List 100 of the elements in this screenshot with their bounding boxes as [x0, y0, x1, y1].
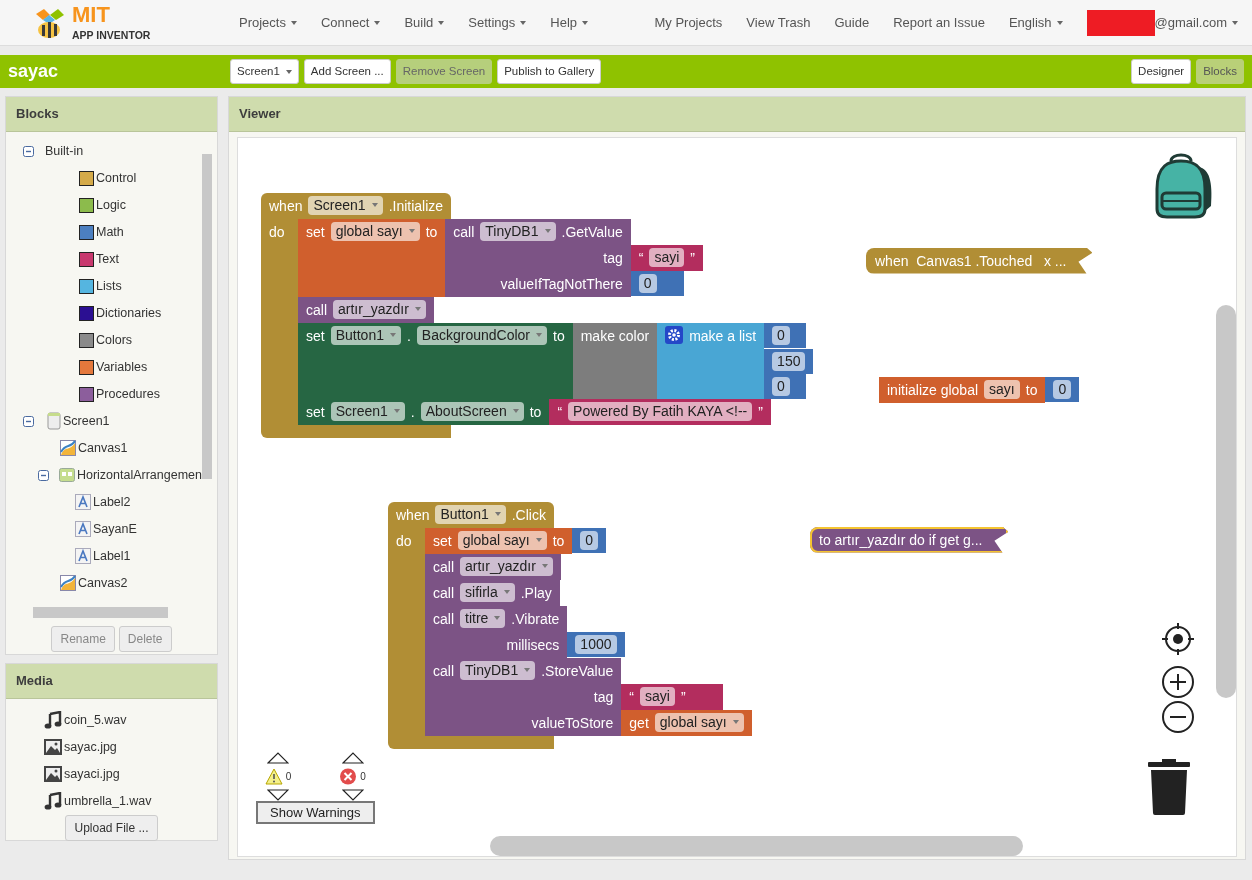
block-dropdown[interactable]: AboutScreen	[420, 401, 524, 421]
procedure-call-block[interactable]: call artır_yazdır	[298, 296, 434, 323]
block-dropdown[interactable]: artır_yazdır	[460, 556, 553, 576]
down-arrow-icon[interactable]	[341, 788, 364, 801]
show-warnings-button[interactable]: Show Warnings	[256, 800, 375, 824]
account-menu[interactable]: @gmail.com	[1154, 12, 1238, 33]
block-field[interactable]: 0	[580, 530, 599, 550]
media-file[interactable]: umbrella_1.wav	[64, 791, 152, 811]
block-field[interactable]: sayi	[649, 247, 685, 267]
number-block[interactable]: 1000	[567, 631, 625, 657]
down-arrow-icon[interactable]	[267, 788, 289, 801]
block-dropdown[interactable]: sifirla	[460, 582, 515, 602]
nav-link[interactable]: View Trash	[746, 12, 811, 33]
collapse-icon[interactable]	[23, 145, 34, 157]
tree-item[interactable]: Math	[96, 222, 124, 242]
method-call-block[interactable]: call TinyDB1 .GetValue tag “ sayi ” valueIfTagNotThere 0	[445, 218, 703, 297]
block-dropdown[interactable]: Button1	[435, 504, 506, 524]
tree-item[interactable]: Built-in	[45, 141, 84, 161]
tree-item[interactable]: Label1	[93, 546, 131, 566]
scrollbar[interactable]	[1216, 304, 1236, 698]
block-dropdown[interactable]: titre	[460, 608, 506, 628]
number-block[interactable]: 0	[572, 527, 607, 553]
scrollbar[interactable]	[202, 153, 212, 479]
number-block[interactable]: 150	[764, 348, 814, 374]
scrollbar[interactable]	[490, 835, 1023, 856]
number-block[interactable]: 0	[1045, 376, 1080, 402]
block-dropdown[interactable]: TinyDB1	[460, 660, 536, 680]
tree-item[interactable]: Canvas1	[78, 438, 128, 458]
method-call-block[interactable]: call sifirla .Play	[425, 579, 560, 606]
tree-item[interactable]: Screen1	[63, 411, 110, 431]
media-file[interactable]: sayaci.jpg	[64, 764, 120, 784]
nav-link[interactable]: Guide	[834, 12, 870, 33]
tree-item[interactable]: Control	[96, 168, 137, 188]
collapsed-block[interactable]: to artır_yazdır do if get g...	[810, 526, 1009, 553]
menu-button[interactable]: Settings	[468, 12, 527, 33]
block-label: set	[306, 402, 325, 422]
block-field[interactable]: 150	[772, 351, 806, 371]
block-dropdown[interactable]: BackgroundColor	[416, 325, 547, 345]
variable-get-block[interactable]: get global sayı	[621, 709, 752, 736]
gear-icon[interactable]	[665, 325, 684, 344]
procedure-call-block[interactable]: call artır_yazdır	[425, 553, 561, 580]
menu-button[interactable]: Connect	[320, 12, 381, 33]
recenter-icon[interactable]	[1161, 621, 1195, 656]
up-arrow-icon[interactable]	[267, 751, 289, 764]
make-list-block[interactable]: make a list 0 150 0	[657, 322, 814, 399]
tree-item[interactable]: Variables	[96, 357, 148, 377]
scrollbar[interactable]	[33, 606, 168, 618]
tree-item[interactable]: Text	[96, 249, 119, 269]
block-dropdown[interactable]: Button1	[330, 325, 401, 345]
event-block[interactable]	[261, 192, 814, 438]
block-field[interactable]: sayı	[984, 379, 1020, 399]
block-dropdown[interactable]: global sayı	[654, 712, 744, 732]
method-call-block[interactable]: call TinyDB1 .StoreValue tag “ sayi ” valueToStore get global sayı	[425, 657, 752, 736]
tree-item[interactable]: Dictionaries	[96, 303, 162, 323]
make-color-block[interactable]: make color make a list 0 150 0	[572, 322, 814, 399]
tree-item[interactable]: HorizontalArrangemen	[76, 465, 202, 485]
screen-dropdown[interactable]: Screen1	[230, 58, 299, 85]
menu-button[interactable]: Help	[550, 12, 589, 33]
toolbar-button[interactable]: Publish to Gallery	[497, 58, 602, 85]
upload-button[interactable]: Upload File ...	[65, 814, 158, 841]
block-field[interactable]: Powered By Fatih KAYA <!--	[568, 401, 753, 421]
collapse-icon[interactable]	[38, 469, 49, 481]
view-tab[interactable]: Blocks	[1196, 58, 1244, 85]
collapse-icon[interactable]	[23, 415, 34, 427]
tree-item[interactable]: Canvas2	[78, 573, 128, 593]
block-dropdown[interactable]: Screen1	[308, 195, 383, 215]
block-field[interactable]: 1000	[575, 634, 617, 654]
menu-button[interactable]: Build	[404, 12, 445, 33]
block-field[interactable]: 0	[1053, 379, 1072, 399]
block-dropdown[interactable]: Screen1	[330, 401, 405, 421]
tree-item[interactable]: Logic	[96, 195, 126, 215]
block-field[interactable]: 0	[772, 376, 790, 396]
block-dropdown[interactable]: global sayı	[457, 530, 547, 550]
toolbar-button[interactable]: Add Screen ...	[303, 58, 391, 85]
method-call-block[interactable]: call titre .Vibrate millisecs 1000	[425, 605, 625, 658]
block-field[interactable]: 0	[772, 325, 790, 345]
block-label: .StoreValue	[541, 661, 614, 681]
tree-item[interactable]: Label2	[93, 492, 131, 512]
tree-item[interactable]: Lists	[96, 276, 122, 296]
media-file[interactable]: coin_5.wav	[64, 710, 127, 730]
block-dropdown[interactable]: TinyDB1	[480, 221, 556, 241]
nav-link[interactable]: My Projects	[654, 12, 723, 33]
menu-button[interactable]: Projects	[239, 12, 297, 33]
text-block[interactable]: “ sayi ”	[630, 244, 703, 271]
trash-icon[interactable]	[1148, 758, 1190, 815]
view-tab[interactable]: Designer	[1131, 58, 1192, 85]
block-dropdown[interactable]: artır_yazdır	[333, 299, 426, 319]
zoom-in-icon[interactable]	[1161, 664, 1195, 699]
tree-item[interactable]: SayanE	[93, 519, 137, 539]
nav-link[interactable]: Report an Issue	[893, 12, 985, 33]
block-field[interactable]: 0	[638, 273, 657, 293]
tree-item[interactable]: Colors	[96, 330, 133, 350]
up-arrow-icon[interactable]	[341, 751, 364, 764]
block-field[interactable]: sayi	[640, 686, 675, 706]
media-file[interactable]: sayac.jpg	[64, 737, 117, 757]
zoom-out-icon[interactable]	[1161, 699, 1195, 734]
text-block[interactable]: “ Powered By Fatih KAYA <!-- ”	[549, 398, 771, 425]
tree-item[interactable]: Procedures	[96, 384, 160, 404]
language-menu[interactable]: English	[1008, 12, 1063, 33]
block-dropdown[interactable]: global sayı	[330, 221, 420, 241]
